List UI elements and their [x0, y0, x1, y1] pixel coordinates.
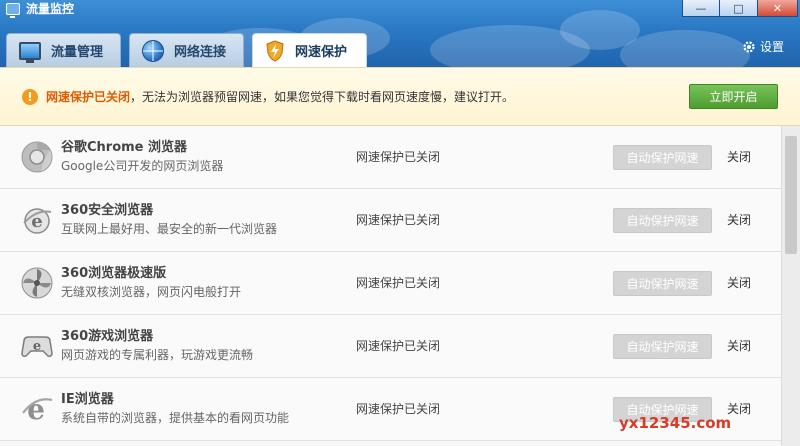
- ie-icon: e: [20, 392, 54, 426]
- browser-description: 系统自带的浏览器，提供基本的看网页功能: [61, 411, 290, 425]
- cloud-decoration: [620, 30, 750, 67]
- vertical-scrollbar[interactable]: [781, 126, 800, 446]
- auto-protect-button[interactable]: 自动保护网速: [613, 271, 712, 296]
- tab-label: 网速保护: [295, 45, 348, 60]
- close-status-toggle[interactable]: 关闭: [727, 212, 751, 228]
- auto-protect-button[interactable]: 自动保护网速: [613, 208, 712, 233]
- tab-bar: 流量管理 网络连接 网速保护: [6, 33, 375, 67]
- protection-status: 网速保护已关闭: [356, 339, 441, 353]
- minimize-button[interactable]: —: [682, 0, 720, 17]
- globe-icon: [142, 39, 164, 62]
- maximize-button[interactable]: □: [720, 0, 758, 17]
- protection-status: 网速保护已关闭: [356, 402, 441, 416]
- lightning-shield-icon: [265, 39, 285, 62]
- chrome-icon: [20, 140, 54, 174]
- notice-detail: ，无法为浏览器预留网速，如果您觉得下载时看网页速度慢，建议打开。: [130, 90, 515, 104]
- close-status-toggle[interactable]: 关闭: [727, 149, 751, 165]
- tab-traffic-management[interactable]: 流量管理: [6, 33, 121, 67]
- list-item-360-speed: 360浏览器极速版 无缝双核浏览器，网页闪电般打开 网速保护已关闭 自动保护网速…: [0, 252, 781, 315]
- close-status-toggle[interactable]: 关闭: [727, 275, 751, 291]
- close-button[interactable]: ✕: [758, 0, 798, 17]
- notice-status: 网速保护已关闭: [46, 90, 131, 104]
- notice-message: 网速保护已关闭，无法为浏览器预留网速，如果您觉得下载时看网页速度慢，建议打开。: [46, 89, 514, 105]
- tab-label: 网络连接: [174, 45, 227, 60]
- watermark: yx12345.com: [619, 414, 732, 432]
- protection-status: 网速保护已关闭: [356, 276, 441, 290]
- browser-name: 谷歌Chrome 浏览器: [61, 140, 188, 155]
- browser-name: 360安全浏览器: [61, 203, 154, 218]
- list-item-chrome: 谷歌Chrome 浏览器 Google公司开发的网页浏览器 网速保护已关闭 自动…: [0, 126, 781, 189]
- protection-status: 网速保护已关闭: [356, 150, 441, 164]
- monitor-icon: [19, 41, 41, 63]
- tab-label: 流量管理: [51, 45, 104, 60]
- protection-status: 网速保护已关闭: [356, 213, 441, 227]
- browser-description: Google公司开发的网页浏览器: [61, 159, 224, 173]
- 360-speed-browser-icon: [20, 266, 54, 300]
- gear-icon: [742, 40, 756, 54]
- tab-network-connection[interactable]: 网络连接: [129, 33, 244, 67]
- browser-name: 360游戏浏览器: [61, 329, 154, 344]
- enable-now-button[interactable]: 立即开启: [689, 84, 778, 109]
- browser-description: 网页游戏的专属利器，玩游戏更流畅: [61, 348, 254, 362]
- auto-protect-button[interactable]: 自动保护网速: [613, 145, 712, 170]
- 360-game-browser-icon: e: [20, 329, 54, 363]
- svg-text:e: e: [33, 339, 41, 354]
- app-monitor-icon: [6, 3, 20, 18]
- 360-safe-browser-icon: e: [20, 203, 54, 237]
- close-status-toggle[interactable]: 关闭: [727, 338, 751, 354]
- scrollbar-thumb[interactable]: [785, 136, 797, 254]
- warning-icon: !: [22, 89, 38, 105]
- browser-description: 无缝双核浏览器，网页闪电般打开: [61, 285, 242, 299]
- svg-text:e: e: [27, 393, 45, 426]
- list-item-360-safe: e 360安全浏览器 互联网上最好用、最安全的新一代浏览器 网速保护已关闭 自动…: [0, 189, 781, 252]
- settings-button[interactable]: 设置: [742, 38, 784, 55]
- window-controls: — □ ✕: [682, 0, 798, 18]
- tab-speed-protection[interactable]: 网速保护: [252, 33, 367, 67]
- title-bar: 流量监控 — □ ✕ 流量管理 网络连接 网速保护 设置: [0, 0, 800, 67]
- auto-protect-button[interactable]: 自动保护网速: [613, 334, 712, 359]
- browser-name: IE浏览器: [61, 392, 114, 407]
- window-title: 流量监控: [26, 2, 75, 16]
- settings-label: 设置: [759, 40, 784, 54]
- protection-notice: ! 网速保护已关闭，无法为浏览器预留网速，如果您觉得下载时看网页速度慢，建议打开…: [0, 67, 800, 126]
- list-item-360-game: e 360游戏浏览器 网页游戏的专属利器，玩游戏更流畅 网速保护已关闭 自动保护…: [0, 315, 781, 378]
- browser-description: 互联网上最好用、最安全的新一代浏览器: [61, 222, 278, 236]
- browser-list: 谷歌Chrome 浏览器 Google公司开发的网页浏览器 网速保护已关闭 自动…: [0, 126, 781, 446]
- browser-name: 360浏览器极速版: [61, 266, 167, 281]
